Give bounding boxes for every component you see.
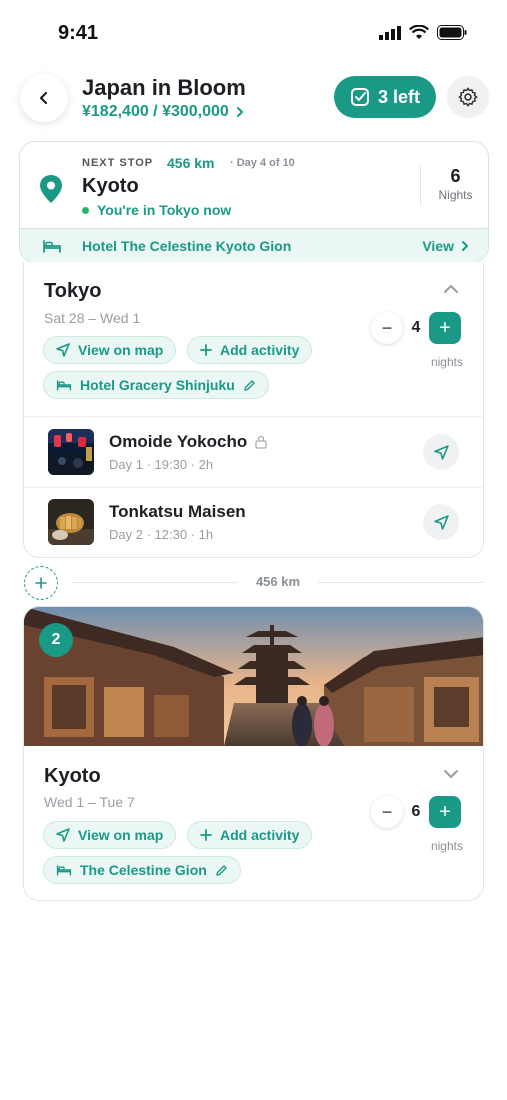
add-stop-button[interactable]	[24, 566, 58, 600]
city-cover-photo: 2	[24, 607, 483, 746]
pencil-icon	[215, 864, 228, 877]
navigation-arrow-icon	[56, 828, 70, 842]
increase-nights-button[interactable]: +	[429, 796, 461, 828]
next-stop-label: NEXT STOP	[82, 157, 154, 169]
navigate-button[interactable]	[423, 504, 459, 540]
trip-title: Japan in Bloom	[82, 75, 246, 100]
battery-icon	[437, 25, 467, 40]
settings-button[interactable]	[447, 76, 489, 118]
next-stop-nights-label: Nights	[438, 188, 473, 202]
activity-title-wrap: Tonkatsu Maisen	[109, 502, 246, 522]
status-icons	[379, 25, 467, 40]
navigation-arrow-icon	[433, 514, 449, 530]
increase-nights-button[interactable]: +	[429, 312, 461, 344]
add-activity-label: Add activity	[220, 342, 300, 358]
view-hotel-label: View	[422, 237, 454, 254]
checkbox-icon	[350, 87, 370, 107]
plus-icon	[200, 344, 212, 356]
view-on-map-label: View on map	[78, 827, 164, 843]
activity-meta: Day 1 · 19:30 · 2h	[109, 457, 214, 472]
activity-title-wrap: Omoide Yokocho	[109, 432, 267, 452]
activity-row[interactable]: Tonkatsu Maisen Day 2 · 12:30 · 1h	[24, 488, 483, 557]
hotel-chip[interactable]: Hotel Gracery Shinjuku	[43, 371, 269, 399]
next-stop-card[interactable]: NEXT STOP 456 km · Day 4 of 10 Kyoto You…	[19, 141, 489, 263]
nights-label: nights	[430, 839, 463, 853]
connector-distance: 456 km	[255, 574, 301, 589]
gear-icon	[457, 86, 479, 108]
live-dot-icon	[82, 206, 89, 214]
nights-value: 4	[411, 319, 421, 336]
location-pin-icon	[39, 174, 63, 204]
view-on-map-button[interactable]: View on map	[43, 821, 177, 849]
budget-amount: ¥182,400 / ¥300,000	[82, 103, 229, 120]
view-on-map-label: View on map	[78, 342, 164, 358]
next-stop-day: · Day 4 of 10	[230, 157, 295, 169]
activity-title: Omoide Yokocho	[109, 432, 248, 451]
tasks-left-button[interactable]: 3 left	[334, 76, 436, 118]
navigation-arrow-icon	[433, 444, 449, 460]
wifi-icon	[409, 25, 429, 40]
connector-line	[72, 582, 238, 583]
city-name: Kyoto	[44, 765, 101, 787]
back-button[interactable]	[20, 74, 68, 122]
city-card-tokyo: Tokyo Sat 28 – Wed 1 − 4 + nights View o…	[23, 262, 484, 558]
city-dates: Sat 28 – Wed 1	[44, 310, 141, 326]
current-location-status: You're in Tokyo now	[82, 202, 231, 218]
city-name: Tokyo	[44, 280, 102, 302]
chevron-up-icon[interactable]	[443, 284, 459, 294]
hotel-chip[interactable]: The Celestine Gion	[43, 856, 241, 884]
bed-icon	[56, 379, 72, 391]
next-stop-distance: 456 km	[167, 155, 215, 171]
status-time: 9:41	[58, 22, 99, 44]
next-stop-hotel-row[interactable]: Hotel The Celestine Kyoto Gion View	[20, 228, 488, 262]
bed-icon	[56, 864, 72, 876]
pencil-icon	[243, 379, 256, 392]
city-card-kyoto: 2 Kyoto Wed 1 – Tue 7 − 6 + nights View …	[23, 606, 484, 901]
nights-value: 6	[411, 803, 421, 820]
next-stop-hotel-name: Hotel The Celestine Kyoto Gion	[82, 237, 292, 254]
add-activity-label: Add activity	[220, 827, 300, 843]
activity-title: Tonkatsu Maisen	[109, 502, 246, 521]
trip-header: Japan in Bloom ¥182,400 / ¥300,000 3 lef…	[0, 72, 507, 128]
nights-stepper: − 4 +	[371, 311, 461, 345]
decrease-nights-button[interactable]: −	[371, 312, 403, 344]
tasks-left-label: 3 left	[377, 86, 420, 107]
activity-row[interactable]: Omoide Yokocho Day 1 · 19:30 · 2h	[24, 418, 483, 488]
hotel-chip-label: The Celestine Gion	[80, 862, 207, 878]
view-on-map-button[interactable]: View on map	[43, 336, 177, 364]
activity-thumbnail	[48, 429, 94, 475]
add-activity-button[interactable]: Add activity	[187, 336, 313, 364]
add-activity-button[interactable]: Add activity	[187, 821, 313, 849]
bed-icon	[42, 239, 62, 253]
navigate-button[interactable]	[423, 434, 459, 470]
chevron-down-icon[interactable]	[443, 769, 459, 779]
chevron-right-icon	[460, 240, 470, 252]
next-stop-nights: 6 Nights	[420, 166, 488, 206]
connector-line	[318, 582, 484, 583]
chevron-right-icon	[235, 106, 245, 118]
plus-icon	[35, 577, 47, 589]
next-stop-nights-value: 6	[450, 166, 461, 186]
city-dates: Wed 1 – Tue 7	[44, 794, 135, 810]
status-bar: 9:41	[0, 0, 507, 60]
activity-meta: Day 2 · 12:30 · 1h	[109, 527, 214, 542]
nights-label: nights	[430, 355, 463, 369]
decrease-nights-button[interactable]: −	[371, 796, 403, 828]
divider	[24, 416, 483, 417]
activity-thumbnail	[48, 499, 94, 545]
view-hotel-link[interactable]: View	[422, 238, 470, 254]
budget-link[interactable]: ¥182,400 / ¥300,000	[82, 103, 245, 121]
hotel-chip-label: Hotel Gracery Shinjuku	[80, 377, 235, 393]
route-connector: 456 km	[0, 564, 507, 600]
stop-number-badge: 2	[39, 623, 73, 657]
chevron-left-icon	[37, 91, 51, 105]
plus-icon	[200, 829, 212, 841]
current-location-text: You're in Tokyo now	[97, 202, 232, 218]
lock-icon	[255, 435, 267, 449]
nights-stepper: − 6 +	[371, 795, 461, 829]
signal-icon	[379, 25, 401, 40]
navigation-arrow-icon	[56, 343, 70, 357]
next-stop-city: Kyoto	[82, 175, 139, 197]
